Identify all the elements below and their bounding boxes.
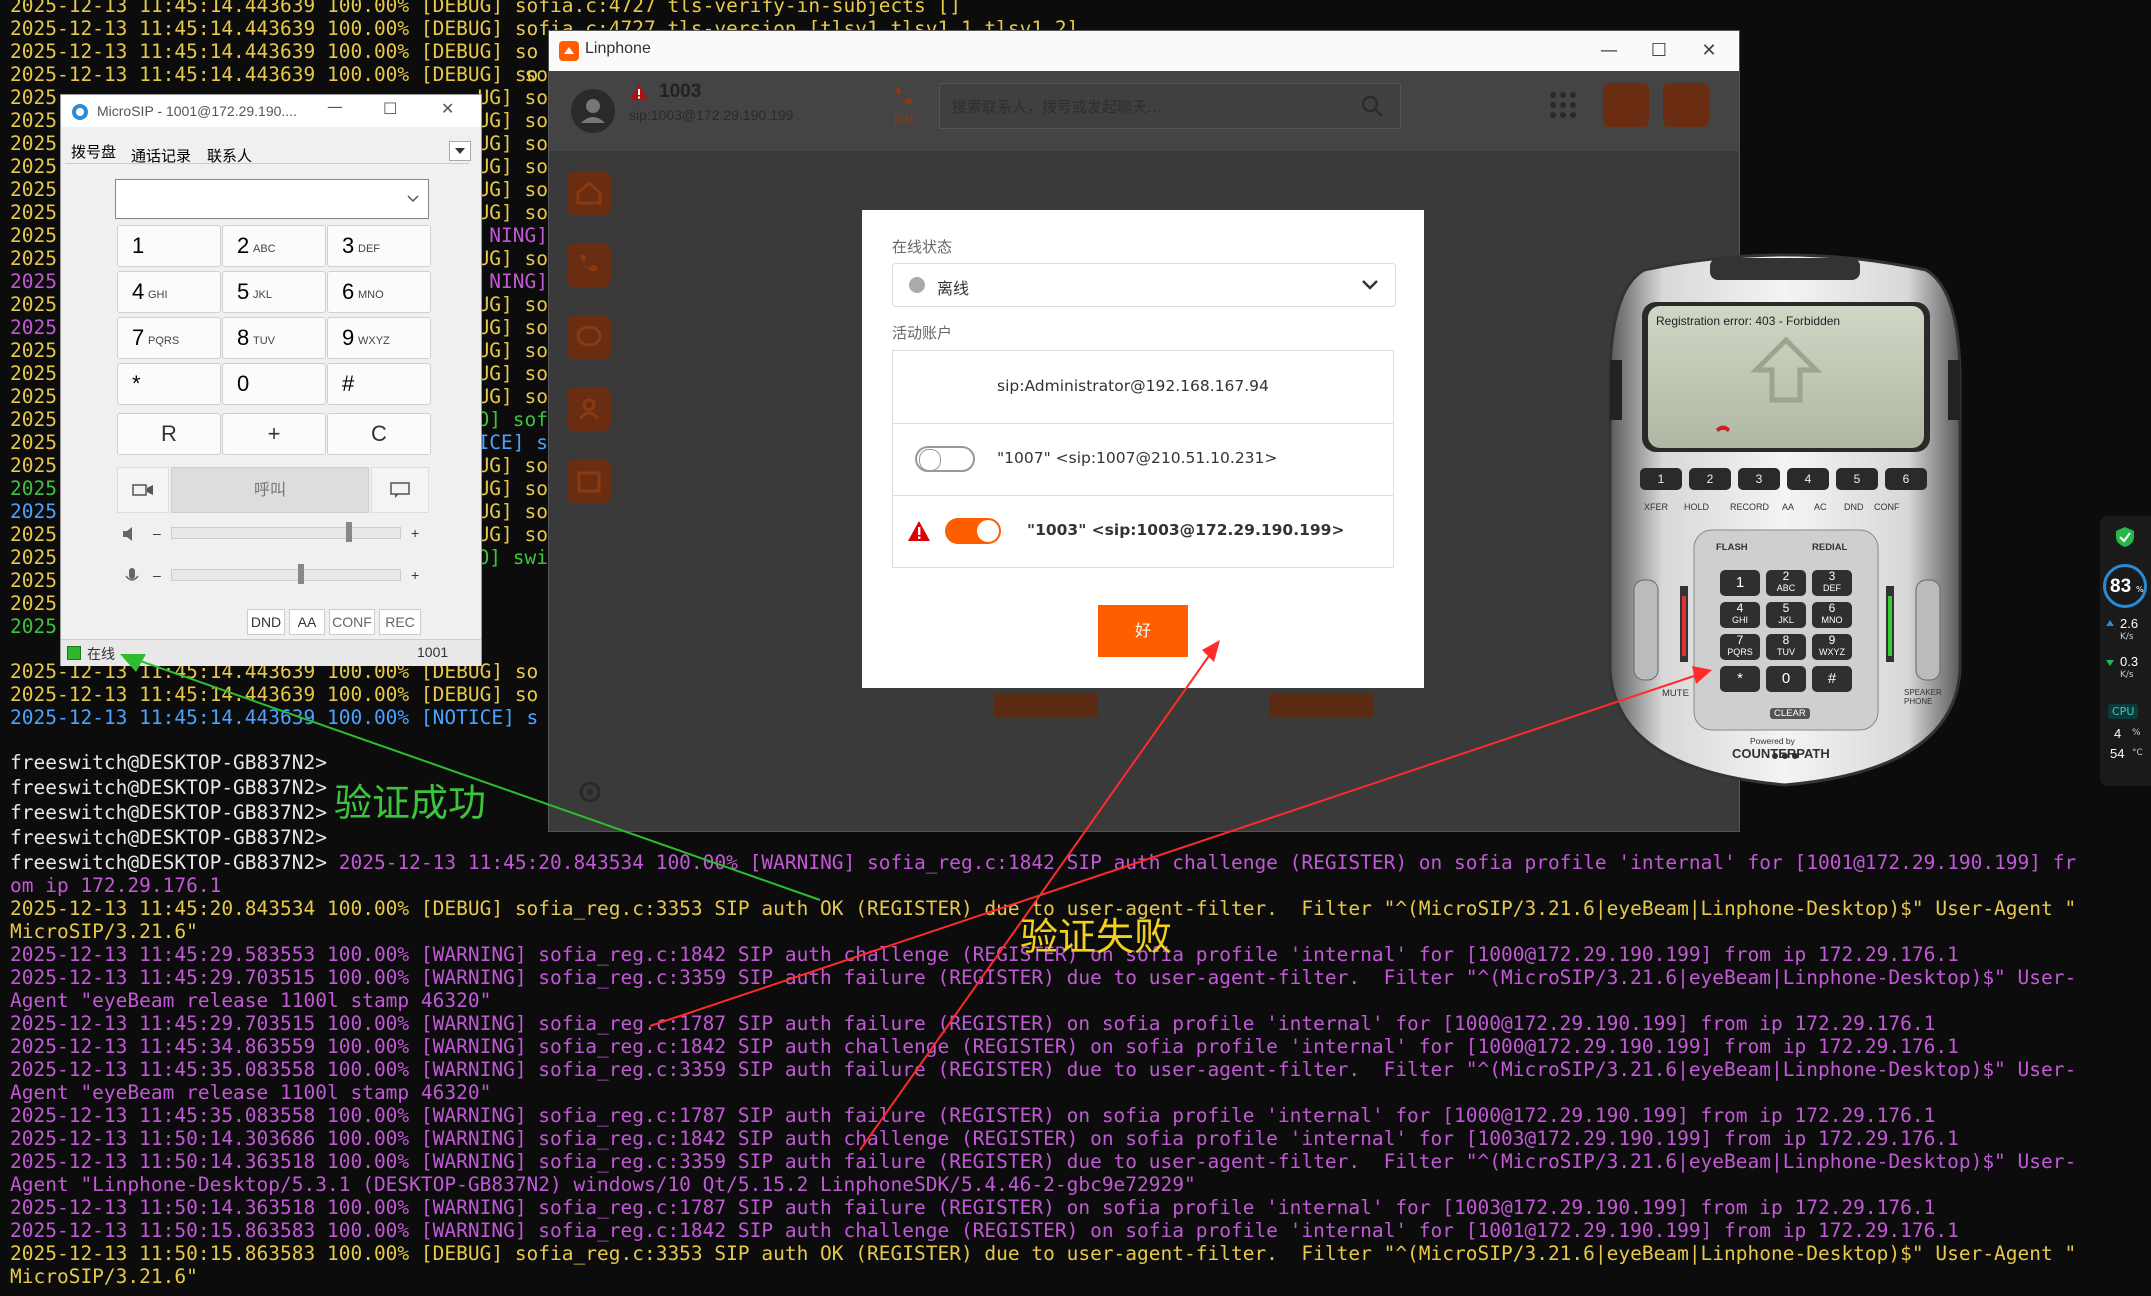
cpu-unit: % bbox=[2132, 728, 2141, 738]
download-unit: K/s bbox=[2120, 670, 2134, 680]
download-arrow-icon bbox=[2106, 660, 2114, 666]
failure-annotation: 验证失败 bbox=[1020, 915, 1173, 959]
success-annotation: 验证成功 bbox=[334, 781, 487, 825]
failure-arrowhead bbox=[1692, 666, 1712, 684]
failure-arrow-linphone bbox=[859, 645, 1217, 1151]
download-speed: 0.3 bbox=[2120, 654, 2139, 669]
annotation-arrows bbox=[120, 640, 1712, 1151]
temp-unit: °C bbox=[2132, 748, 2143, 758]
upload-unit: K/s bbox=[2120, 632, 2134, 642]
temp-value: 54 bbox=[2110, 746, 2125, 761]
gauge-value: 83 bbox=[2110, 576, 2132, 597]
memory-gauge: 83 % bbox=[2103, 564, 2147, 608]
cpu-label: CPU bbox=[2108, 704, 2139, 719]
gauge-unit: % bbox=[2136, 585, 2144, 594]
upload-arrow-icon bbox=[2106, 620, 2114, 626]
success-arrowhead bbox=[120, 654, 146, 672]
failure-arrowhead bbox=[1202, 640, 1220, 662]
cpu-value: 4 bbox=[2114, 726, 2122, 741]
shield-icon bbox=[2116, 527, 2134, 547]
system-monitor-widget[interactable]: 83 % 2.6 K/s 0.3 K/s CPU 4 % 54 °C bbox=[2100, 516, 2151, 786]
upload-speed: 2.6 bbox=[2120, 616, 2139, 631]
failure-arrow-eyebeam bbox=[649, 671, 1707, 1027]
